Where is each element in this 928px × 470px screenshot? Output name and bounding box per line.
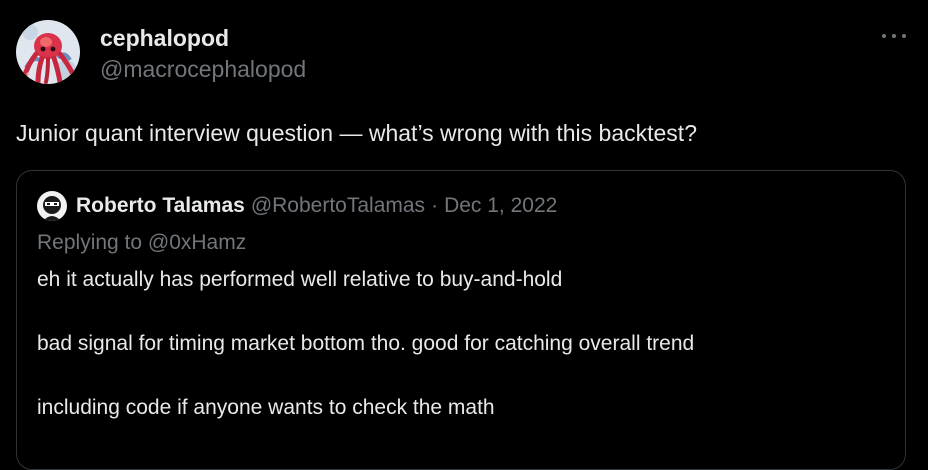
author-handle[interactable]: @macrocephalopod: [100, 55, 306, 83]
dot: [902, 34, 906, 38]
dot: [892, 34, 896, 38]
tweet-header: cephalopod @macrocephalopod: [16, 20, 306, 84]
dot: [882, 34, 886, 38]
quote-text-line: including code if anyone wants to check …: [37, 396, 495, 419]
tweet-text: Junior quant interview question — what’s…: [16, 120, 697, 146]
quote-text-line: bad signal for timing market bottom tho.…: [37, 332, 695, 355]
quoted-tweet[interactable]: Roberto Talamas @RobertoTalamas · Dec 1,…: [16, 170, 906, 470]
quote-handle[interactable]: @RobertoTalamas: [251, 194, 425, 218]
quote-avatar-icon[interactable]: [37, 191, 67, 221]
quote-date[interactable]: Dec 1, 2022: [444, 194, 557, 218]
author-names: cephalopod @macrocephalopod: [100, 24, 306, 83]
quote-text-line: eh it actually has performed well relati…: [37, 268, 563, 291]
quote-header: Roberto Talamas @RobertoTalamas · Dec 1,…: [37, 191, 557, 221]
quote-display-name[interactable]: Roberto Talamas: [76, 194, 245, 218]
octopus-avatar-icon[interactable]: [16, 20, 80, 84]
more-options-icon[interactable]: [882, 24, 906, 48]
author-display-name[interactable]: cephalopod: [100, 24, 306, 52]
separator-dot: ·: [431, 194, 439, 217]
tweet: cephalopod @macrocephalopod Junior quant…: [0, 0, 928, 470]
replying-to[interactable]: Replying to @0xHamz: [37, 231, 246, 255]
